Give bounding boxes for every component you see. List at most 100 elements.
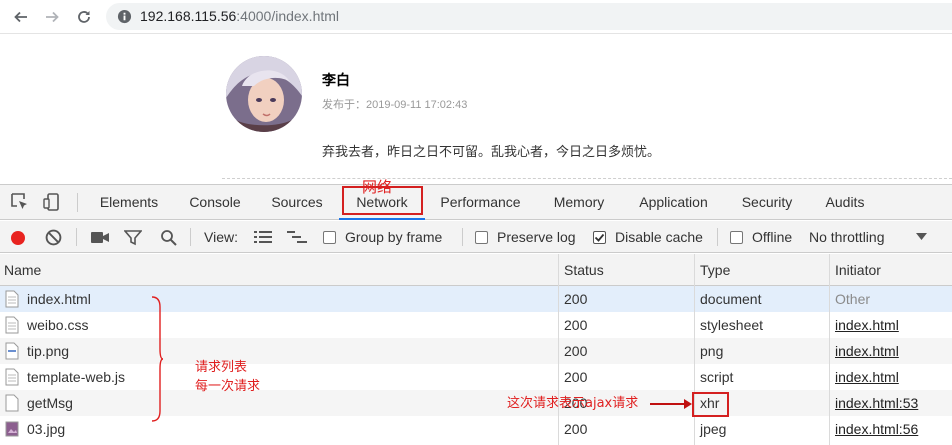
table-row[interactable]: weibo.css 200 stylesheet index.html	[0, 312, 952, 338]
toolbar-separator	[76, 228, 77, 246]
post-body: 弃我去者，昨日之日不可留。乱我心者，今日之日多烦忧。	[322, 145, 661, 160]
tab-elements[interactable]: Elements	[92, 185, 166, 220]
request-initiator-link[interactable]: index.html	[835, 312, 899, 338]
post-author: 李白	[322, 73, 350, 89]
request-name: index.html	[27, 291, 91, 307]
large-rows-view-icon[interactable]	[254, 230, 272, 244]
column-name-header[interactable]: Name	[0, 254, 41, 286]
device-toolbar-icon[interactable]	[42, 192, 62, 212]
disable-cache-label: Disable cache	[615, 229, 703, 245]
address-bar[interactable]: 192.168.115.56:4000/index.html	[106, 3, 952, 30]
back-arrow-icon	[14, 11, 27, 23]
arrow-annotation-icon	[650, 399, 692, 409]
network-toolbar: View: Group by frame Preserve log Disabl…	[0, 221, 952, 253]
tab-audits[interactable]: Audits	[817, 185, 873, 220]
request-initiator-link[interactable]: index.html:56	[835, 416, 918, 442]
forward-arrow-icon	[46, 11, 59, 23]
request-initiator-link[interactable]: index.html	[835, 364, 899, 390]
view-label: View:	[204, 229, 238, 245]
group-by-frame-option[interactable]: Group by frame	[323, 221, 442, 253]
reload-icon	[78, 11, 90, 23]
clear-icon[interactable]	[45, 229, 62, 246]
image-thumbnail-icon	[5, 421, 19, 437]
request-type: png	[700, 343, 724, 359]
xhr-file-icon	[5, 394, 19, 412]
disable-cache-checkbox[interactable]	[593, 230, 606, 244]
request-status: 200	[564, 343, 588, 359]
column-type-header[interactable]: Type	[696, 254, 730, 286]
offline-label: Offline	[752, 229, 793, 245]
screenshot-camera-icon[interactable]	[90, 230, 110, 245]
stylesheet-file-icon	[5, 316, 19, 334]
request-name: 03.jpg	[27, 421, 66, 437]
tab-console[interactable]: Console	[181, 185, 249, 220]
group-by-frame-label: Group by frame	[345, 229, 443, 245]
tab-sources[interactable]: Sources	[264, 185, 330, 220]
devtools-panel: Elements Console Sources Network Perform…	[0, 184, 952, 445]
table-row[interactable]: tip.png 200 png index.html	[0, 338, 952, 364]
tab-application[interactable]: Application	[630, 185, 717, 220]
ajax-request-annotation: 这次请求表示ajax请求	[507, 396, 639, 411]
avatar	[226, 56, 302, 132]
disable-cache-option[interactable]: Disable cache	[593, 221, 703, 253]
back-button[interactable]	[10, 6, 32, 28]
url-text: 192.168.115.56:4000/index.html	[140, 8, 339, 24]
offline-option[interactable]: Offline	[730, 221, 792, 253]
reload-button[interactable]	[73, 6, 95, 28]
request-status: 200	[564, 291, 588, 307]
request-name: tip.png	[27, 343, 70, 359]
request-initiator-link[interactable]: index.html:53	[835, 390, 918, 416]
network-annotation: 网络	[362, 178, 393, 196]
request-status: 200	[564, 369, 588, 385]
table-row[interactable]: 03.jpg 200 jpeg index.html:56	[0, 416, 952, 442]
inspect-element-icon[interactable]	[10, 192, 30, 212]
waterfall-view-icon[interactable]	[287, 230, 307, 244]
request-type: stylesheet	[700, 317, 764, 333]
devtools-tab-bar: Elements Console Sources Network Perform…	[0, 185, 952, 220]
tab-security[interactable]: Security	[733, 185, 801, 220]
each-request-annotation: 每一次请求	[195, 379, 261, 394]
column-status-header[interactable]: Status	[560, 254, 604, 286]
table-row[interactable]: getMsg 200 xhr index.html:53	[0, 390, 952, 416]
filter-icon[interactable]	[124, 229, 142, 246]
throttling-value: No throttling	[809, 229, 885, 245]
request-type: jpeg	[700, 421, 727, 437]
forward-button[interactable]	[41, 6, 63, 28]
dropdown-arrow-icon[interactable]	[916, 233, 927, 241]
request-type: script	[700, 369, 734, 385]
url-path: :4000/index.html	[236, 8, 340, 24]
request-initiator: Other	[835, 291, 871, 307]
toolbar-separator	[717, 228, 718, 246]
preserve-log-checkbox[interactable]	[475, 230, 488, 244]
request-status: 200	[564, 317, 588, 333]
column-divider[interactable]	[558, 254, 559, 445]
search-icon[interactable]	[160, 229, 178, 247]
toolbar-separator	[462, 228, 463, 246]
document-file-icon	[5, 290, 19, 308]
group-by-frame-checkbox[interactable]	[323, 230, 336, 244]
table-row[interactable]: index.html 200 document Other	[0, 286, 952, 312]
tab-performance[interactable]: Performance	[433, 185, 528, 220]
record-icon[interactable]	[10, 230, 26, 246]
toolbar-separator	[190, 228, 191, 246]
browser-toolbar: 192.168.115.56:4000/index.html	[0, 0, 952, 34]
table-row[interactable]: template-web.js 200 script index.html	[0, 364, 952, 390]
url-host: 192.168.115.56	[140, 8, 237, 24]
request-initiator-link[interactable]: index.html	[835, 338, 899, 364]
post-timestamp: 发布于：2019-09-11 17:02:43	[322, 99, 468, 111]
preserve-log-option[interactable]: Preserve log	[475, 221, 576, 253]
request-list-annotation: 请求列表	[195, 360, 248, 375]
request-status: 200	[564, 421, 588, 437]
tab-separator	[77, 193, 78, 212]
column-divider[interactable]	[829, 254, 830, 445]
offline-checkbox[interactable]	[730, 230, 743, 244]
site-info-icon[interactable]	[117, 9, 132, 24]
column-initiator-header[interactable]: Initiator	[831, 254, 881, 286]
throttling-select[interactable]: No throttling	[809, 221, 884, 253]
tab-memory[interactable]: Memory	[545, 185, 613, 220]
preserve-log-label: Preserve log	[497, 229, 576, 245]
request-name: template-web.js	[27, 369, 126, 385]
request-type: document	[700, 291, 762, 307]
request-name: getMsg	[27, 395, 73, 411]
checkmark-icon	[594, 233, 605, 242]
